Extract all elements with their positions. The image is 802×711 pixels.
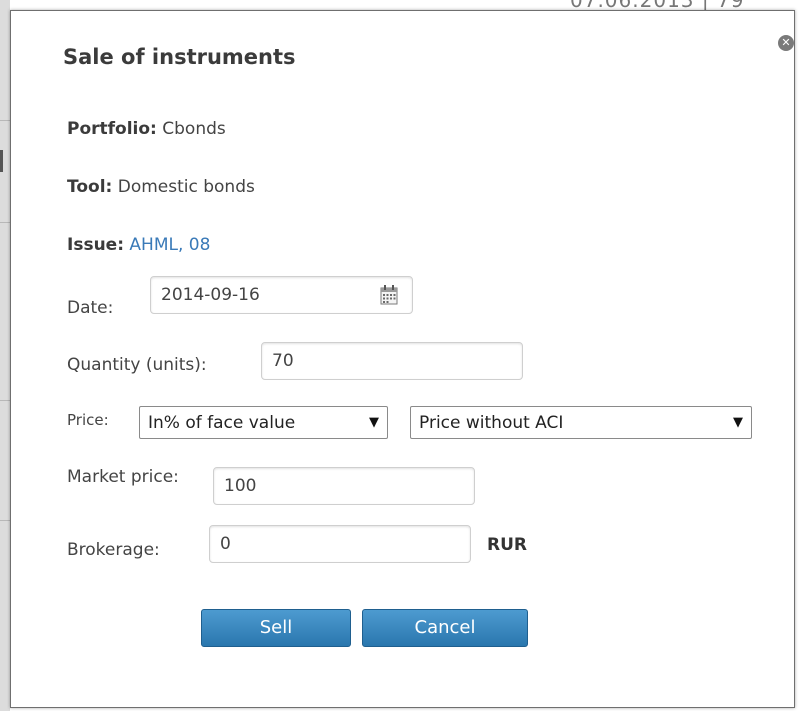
background-divider — [0, 120, 10, 121]
price-label: Price: — [67, 411, 109, 429]
background-divider — [0, 222, 10, 223]
background-marker — [0, 150, 3, 172]
market-price-value: 100 — [224, 476, 257, 496]
date-input[interactable]: 2014-09-16 — [150, 276, 413, 314]
price-type-value: Price without ACI — [419, 412, 564, 433]
price-type-select[interactable]: Price without ACI ▼ — [410, 406, 752, 439]
issue-link[interactable]: AHML, 08 — [129, 235, 210, 255]
brokerage-value: 0 — [220, 534, 231, 554]
market-price-label: Market price: — [67, 467, 179, 487]
price-mode-select[interactable]: In% of face value ▼ — [139, 406, 388, 439]
date-label: Date: — [67, 298, 114, 318]
dropdown-arrow-icon: ▼ — [733, 415, 743, 430]
brokerage-input[interactable]: 0 — [209, 525, 471, 563]
quantity-value: 70 — [272, 351, 294, 371]
quantity-label: Quantity (units): — [67, 355, 207, 375]
price-mode-value: In% of face value — [148, 412, 296, 433]
cancel-button[interactable]: Cancel — [362, 609, 528, 647]
tool-label: Tool: — [67, 177, 113, 197]
tool-row: Tool: Domestic bonds — [67, 177, 255, 197]
dialog-title: Sale of instruments — [63, 45, 296, 69]
background-divider — [0, 400, 10, 401]
portfolio-row: Portfolio: Cbonds — [67, 119, 226, 139]
date-value: 2014-09-16 — [161, 285, 260, 305]
tool-value: Domestic bonds — [117, 177, 255, 197]
background-divider — [0, 520, 10, 521]
sale-dialog: ✕ Sale of instruments Portfolio: Cbonds … — [10, 10, 795, 708]
brokerage-label: Brokerage: — [67, 540, 160, 560]
portfolio-label: Portfolio: — [67, 119, 157, 139]
background-page-edge — [0, 0, 10, 711]
currency-label: RUR — [487, 535, 527, 555]
quantity-input[interactable]: 70 — [261, 342, 523, 380]
calendar-icon[interactable] — [380, 285, 398, 305]
dropdown-arrow-icon: ▼ — [369, 415, 379, 430]
issue-label: Issue: — [67, 235, 124, 255]
close-icon[interactable]: ✕ — [778, 35, 794, 51]
sell-button[interactable]: Sell — [201, 609, 351, 647]
portfolio-value: Cbonds — [162, 119, 226, 139]
issue-row: Issue: AHML, 08 — [67, 235, 210, 255]
market-price-input[interactable]: 100 — [213, 467, 475, 505]
